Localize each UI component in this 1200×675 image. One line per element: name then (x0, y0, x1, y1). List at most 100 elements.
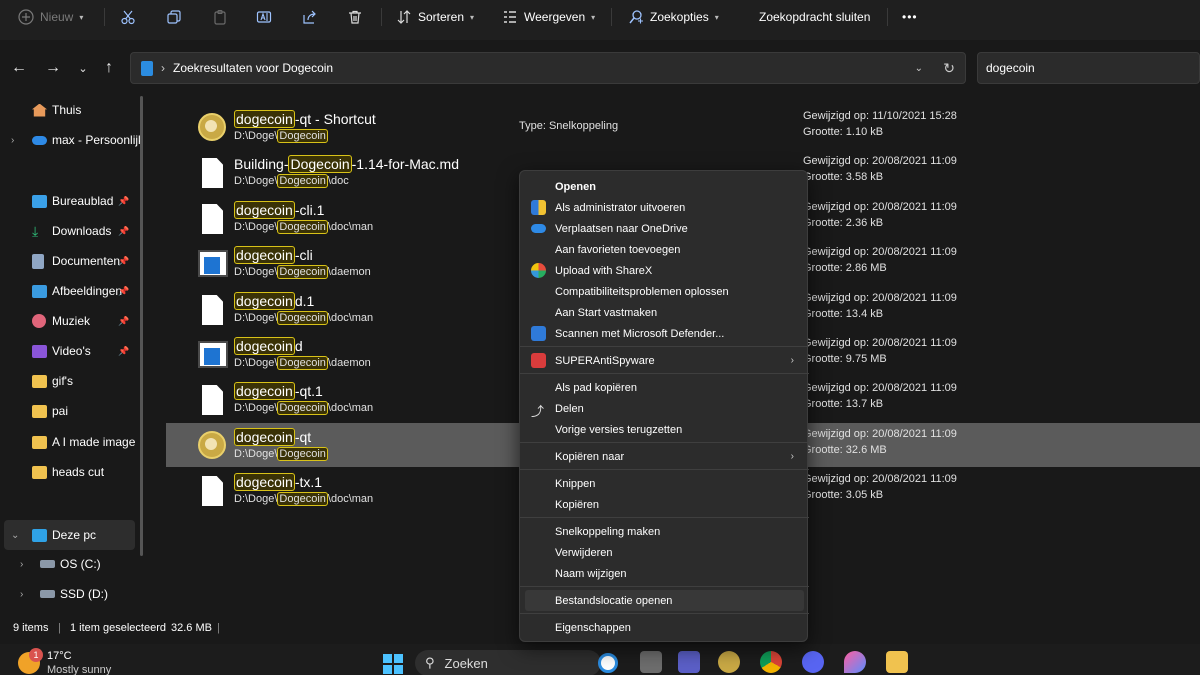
rename-button[interactable] (256, 0, 272, 34)
recent-locations-button[interactable]: ⌄ (72, 57, 94, 79)
file-row[interactable]: dogecoin -qt - Shortcut D:\Doge\ Dogecoin Ty… (166, 105, 1200, 149)
sidebar-item-drive-c[interactable]: › OS (C:) (0, 551, 140, 577)
search-highlight: Dogecoin (277, 129, 328, 143)
forward-button[interactable]: → (42, 57, 64, 79)
cut-button[interactable] (120, 0, 136, 34)
search-options-button[interactable]: Zoekopties ▾ (628, 0, 719, 34)
context-menu-item[interactable]: Bestandslocatie openen (525, 590, 804, 611)
context-menu-item[interactable]: Vorige versies terugzetten (525, 419, 804, 440)
more-options-button[interactable]: ••• (902, 0, 918, 34)
weather-desc: Mostly sunny (47, 664, 112, 675)
clipboard-icon (212, 9, 228, 25)
context-menu-item[interactable]: Openen (525, 176, 804, 197)
sidebar-item-documents[interactable]: Documenten 📌 (0, 248, 140, 274)
task-view-icon[interactable] (640, 651, 662, 673)
context-menu-item-label: Knippen (555, 477, 596, 490)
copy-button[interactable] (166, 0, 182, 34)
file-modified: Gewijzigd op: 20/08/2021 11:09 (803, 292, 957, 304)
paint-drop-icon[interactable] (844, 651, 866, 673)
file-explorer-icon[interactable] (886, 651, 908, 673)
sidebar-item-music[interactable]: Muziek 📌 (0, 308, 140, 334)
context-menu-item[interactable]: Als administrator uitvoeren (525, 197, 804, 218)
sidebar-item-drive-d[interactable]: › SSD (D:) (0, 581, 140, 607)
document-icon (202, 476, 223, 506)
context-menu-item[interactable]: Eigenschappen (525, 617, 804, 638)
chrome-icon[interactable] (760, 651, 782, 673)
bing-icon[interactable] (598, 653, 618, 673)
chevron-right-icon[interactable]: › (20, 559, 23, 570)
context-menu-item[interactable]: Verplaatsen naar OneDrive (525, 218, 804, 239)
search-highlight: dogecoin (234, 473, 295, 491)
sidebar-item-folder[interactable]: pai (0, 398, 140, 424)
document-icon (202, 204, 223, 234)
close-search-label: Zoekopdracht sluiten (759, 10, 871, 24)
sidebar-item-onedrive[interactable]: › max - Persoonlijk (0, 127, 140, 153)
context-menu-item[interactable]: Snelkoppeling maken (525, 521, 804, 542)
context-menu-item[interactable]: ⤴ Delen (525, 398, 804, 420)
text: -cli.1 (294, 202, 325, 218)
file-name: dogecoin -cli (234, 246, 313, 264)
sidebar-item-downloads[interactable]: ⤓ Downloads 📌 (0, 218, 140, 244)
context-menu-item-label: Als administrator uitvoeren (555, 201, 686, 214)
sidebar-item-this-pc[interactable]: ⌄ Deze pc (4, 520, 135, 550)
teams-icon[interactable] (678, 651, 700, 673)
sidebar-item-desktop[interactable]: Bureaublad 📌 (0, 188, 140, 214)
up-button[interactable]: ↑ (98, 57, 120, 79)
sidebar-item-pictures[interactable]: Afbeeldingen 📌 (0, 278, 140, 304)
back-button[interactable]: ← (8, 57, 30, 79)
chevron-right-icon[interactable]: › (11, 135, 14, 146)
search-input[interactable]: dogecoin (977, 52, 1200, 84)
close-search-button[interactable]: Zoekopdracht sluiten (759, 0, 870, 34)
context-menu-item[interactable]: Kopiëren naar › (525, 446, 804, 467)
view-button[interactable]: Weergeven ▾ (502, 0, 595, 34)
sort-button[interactable]: Sorteren ▾ (396, 0, 474, 34)
discord-icon[interactable] (802, 651, 824, 673)
pin-icon: 📌 (118, 345, 130, 356)
share-icon: ⤴ (531, 404, 545, 419)
search-highlight: Dogecoin (277, 401, 328, 415)
context-menu-item[interactable]: Aan favorieten toevoegen (525, 239, 804, 260)
refresh-icon[interactable]: ↻ (943, 60, 955, 77)
context-menu-item[interactable]: Naam wijzigen (525, 563, 804, 584)
sidebar-item-folder[interactable]: heads cut (0, 459, 140, 485)
context-menu-item[interactable]: Aan Start vastmaken (525, 302, 804, 323)
address-bar[interactable]: › Zoekresultaten voor Dogecoin ⌄ ↻ (130, 52, 966, 84)
application-icon (198, 341, 228, 368)
dogecoin-app-icon[interactable] (718, 651, 740, 673)
sidebar-item-label: Afbeeldingen (52, 284, 123, 298)
context-menu-item[interactable]: Kopiëren (525, 494, 804, 515)
context-menu-item[interactable]: Upload with ShareX (525, 260, 804, 281)
file-modified: Gewijzigd op: 20/08/2021 11:09 (803, 155, 957, 167)
delete-button[interactable] (347, 0, 363, 34)
shortcut-coin-icon (198, 113, 226, 141)
context-menu-item[interactable]: Als pad kopiëren (525, 377, 804, 398)
chevron-down-icon[interactable]: ⌄ (11, 530, 19, 541)
text: -qt - Shortcut (294, 111, 376, 127)
new-button[interactable]: Nieuw ▾ (18, 0, 83, 34)
context-menu-item[interactable]: Compatibiliteitsproblemen oplossen (525, 281, 804, 302)
sort-button-label: Sorteren (418, 10, 465, 24)
share-button[interactable] (302, 0, 318, 34)
file-name: dogecoin -qt.1 (234, 382, 323, 400)
text: \doc\man (327, 312, 374, 324)
context-menu-item-label: Openen (555, 180, 596, 193)
search-value: dogecoin (986, 61, 1035, 75)
chevron-right-icon[interactable]: › (20, 589, 23, 600)
sidebar-item-folder[interactable]: gif's (0, 368, 140, 394)
desktop-icon (32, 194, 47, 208)
text: -qt (294, 429, 312, 445)
context-menu-item[interactable]: Verwijderen (525, 542, 804, 563)
paste-button[interactable] (212, 0, 228, 34)
sidebar-item-videos[interactable]: Video's 📌 (0, 338, 140, 364)
sidebar-scrollbar[interactable] (140, 96, 143, 556)
file-name: Building- Dogecoin -1.14-for-Mac.md (234, 155, 459, 173)
context-menu-item[interactable]: SUPERAntiSpyware › (525, 350, 804, 371)
context-menu-item[interactable]: Scannen met Microsoft Defender... (525, 323, 804, 344)
folder-icon (32, 404, 47, 418)
sidebar-item-folder[interactable]: A I made image (0, 429, 140, 455)
sidebar-item-home[interactable]: Thuis (0, 97, 140, 123)
taskbar-search[interactable]: ⚲ Zoeken (415, 650, 601, 675)
windows-start-icon[interactable] (382, 653, 404, 675)
context-menu-item[interactable]: Knippen (525, 473, 804, 494)
address-dropdown-icon[interactable]: ⌄ (915, 63, 923, 74)
